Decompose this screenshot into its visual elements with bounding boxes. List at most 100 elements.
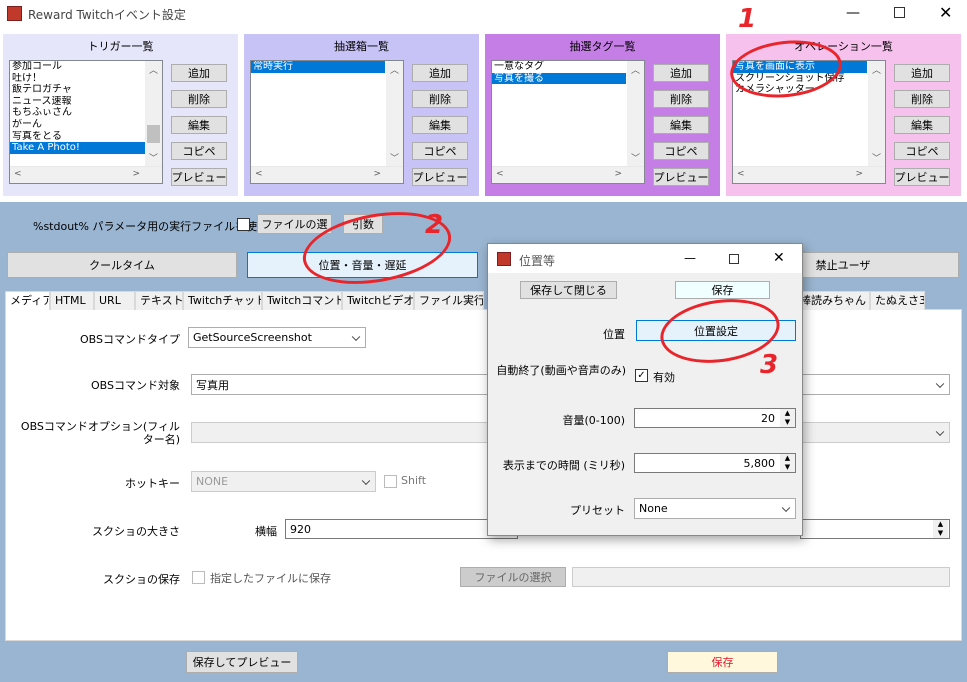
volume-spinner[interactable]: ▲ ▼: [780, 409, 795, 427]
vertical-scrollbar[interactable]: ︿ ﹀: [386, 61, 403, 166]
list-item[interactable]: 一意なタグ: [492, 61, 626, 73]
trigger-delete-button[interactable]: 削除: [171, 90, 227, 108]
scroll-right-icon[interactable]: >: [373, 169, 381, 179]
scroll-left-icon[interactable]: <: [255, 169, 263, 179]
horizontal-scrollbar[interactable]: < >: [492, 166, 644, 183]
obs-option-select[interactable]: [191, 422, 488, 443]
save-button[interactable]: 保存: [667, 651, 778, 673]
scroll-right-icon[interactable]: >: [614, 169, 622, 179]
tab-4[interactable]: Twitchチャット: [183, 291, 262, 310]
dialog-autoend-checkbox[interactable]: ✓: [635, 369, 648, 382]
operation-copy-paste-button[interactable]: コピペ: [894, 142, 950, 160]
minimize-icon[interactable]: —: [846, 5, 860, 21]
tab-7[interactable]: ファイル実行: [414, 291, 484, 310]
vertical-scrollbar[interactable]: ︿ ﹀: [627, 61, 644, 166]
list-item[interactable]: 写真を撮る: [492, 72, 626, 85]
list-item[interactable]: 写真をとる: [10, 131, 162, 143]
tab-9[interactable]: たぬえさ3: [870, 291, 925, 310]
lottery-box-preview-button[interactable]: プレビュー: [412, 168, 468, 186]
operation-delete-button[interactable]: 削除: [894, 90, 950, 108]
stdout-file-button[interactable]: ファイルの選: [257, 214, 332, 234]
tab-3[interactable]: テキスト: [135, 291, 183, 310]
trigger-list[interactable]: 参加コール 吐け！ 飯テロガチャ ニュース速報 もちふぃさん がーん 写真をとる Take A…: [9, 60, 163, 184]
tab-6[interactable]: Twitchビデオ: [342, 291, 414, 310]
list-item[interactable]: 常時実行: [251, 61, 385, 73]
lottery-tag-add-button[interactable]: 追加: [653, 64, 709, 82]
lottery-tag-preview-button[interactable]: プレビュー: [653, 168, 709, 186]
tab-2[interactable]: URL: [94, 291, 135, 310]
lottery-tag-delete-button[interactable]: 削除: [653, 90, 709, 108]
scroll-up-icon[interactable]: ︿: [872, 63, 881, 76]
dialog-minimize-icon[interactable]: —: [684, 251, 696, 265]
trigger-copy-paste-button[interactable]: コピペ: [171, 142, 227, 160]
scroll-right-icon[interactable]: >: [855, 169, 863, 179]
scroll-down-icon[interactable]: ﹀: [149, 151, 158, 164]
scroll-up-icon[interactable]: ︿: [149, 63, 158, 76]
dialog-maximize-icon[interactable]: [729, 254, 739, 264]
close-icon[interactable]: ✕: [939, 3, 952, 22]
scroll-down-icon[interactable]: ﹀: [390, 151, 399, 164]
trigger-add-button[interactable]: 追加: [171, 64, 227, 82]
obs-target-select[interactable]: 写真用: [191, 374, 488, 395]
list-item[interactable]: がーん: [10, 119, 162, 131]
lottery-box-add-button[interactable]: 追加: [412, 64, 468, 82]
list-item[interactable]: 吐け！: [10, 73, 162, 85]
width-input[interactable]: 920: [285, 519, 518, 539]
dialog-save-button[interactable]: 保存: [675, 281, 770, 299]
tab-0[interactable]: メディア: [5, 291, 50, 310]
scroll-right-icon[interactable]: >: [132, 169, 140, 179]
scroll-down-icon[interactable]: ﹀: [631, 151, 640, 164]
scroll-left-icon[interactable]: <: [14, 169, 22, 179]
cooltime-button[interactable]: クールタイム: [7, 252, 237, 278]
lottery-box-list[interactable]: 常時実行 ︿ ﹀ < >: [250, 60, 404, 184]
vertical-scrollbar[interactable]: ︿ ﹀: [868, 61, 885, 166]
height-spinner[interactable]: ▲ ▼: [933, 520, 948, 538]
obs-type-select[interactable]: GetSourceScreenshot: [188, 327, 366, 348]
obs-target-select-right[interactable]: [800, 374, 950, 395]
tab-1[interactable]: HTML: [50, 291, 94, 310]
list-item[interactable]: 参加コール: [10, 61, 162, 73]
horizontal-scrollbar[interactable]: < >: [251, 166, 403, 183]
lottery-tag-edit-button[interactable]: 編集: [653, 116, 709, 134]
trigger-edit-button[interactable]: 編集: [171, 116, 227, 134]
save-preview-button[interactable]: 保存してプレビュー: [186, 651, 298, 673]
list-item[interactable]: 飯テロガチャ: [10, 84, 162, 96]
lottery-box-copy-paste-button[interactable]: コピペ: [412, 142, 468, 160]
tab-5[interactable]: Twitchコマンド: [262, 291, 342, 310]
dialog-close-icon[interactable]: ✕: [773, 250, 785, 266]
operation-preview-button[interactable]: プレビュー: [894, 168, 950, 186]
dialog-preset-select[interactable]: None: [634, 498, 796, 519]
lottery-box-delete-button[interactable]: 削除: [412, 90, 468, 108]
scroll-up-icon[interactable]: ︿: [390, 63, 399, 76]
hotkey-select[interactable]: NONE: [191, 471, 376, 492]
dialog-volume-input[interactable]: 20: [634, 408, 796, 428]
scroll-left-icon[interactable]: <: [496, 169, 504, 179]
lottery-tag-copy-paste-button[interactable]: コピペ: [653, 142, 709, 160]
file-select-button[interactable]: ファイルの選択: [460, 567, 566, 587]
scroll-left-icon[interactable]: <: [737, 169, 745, 179]
operation-edit-button[interactable]: 編集: [894, 116, 950, 134]
height-input[interactable]: [800, 519, 950, 539]
maximize-icon[interactable]: [894, 7, 905, 18]
lottery-box-edit-button[interactable]: 編集: [412, 116, 468, 134]
scroll-thumb[interactable]: [147, 125, 160, 143]
dialog-delay-input[interactable]: 5,800: [634, 453, 796, 473]
save-to-file-checkbox[interactable]: [192, 571, 205, 584]
obs-option-select-right[interactable]: [800, 422, 950, 443]
horizontal-scrollbar[interactable]: < >: [10, 166, 162, 183]
list-item[interactable]: ニュース速報: [10, 96, 162, 108]
operation-add-button[interactable]: 追加: [894, 64, 950, 82]
scroll-up-icon[interactable]: ︿: [631, 63, 640, 76]
lottery-tag-list[interactable]: 一意なタグ 写真を撮る ︿ ﹀ < >: [491, 60, 645, 184]
trigger-preview-button[interactable]: プレビュー: [171, 168, 227, 186]
scroll-down-icon[interactable]: ﹀: [872, 151, 881, 164]
shift-checkbox[interactable]: [384, 475, 397, 488]
vertical-scrollbar[interactable]: ︿ ﹀: [145, 61, 162, 166]
dialog-save-close-button[interactable]: 保存して閉じる: [520, 281, 617, 299]
stdout-checkbox[interactable]: [237, 218, 250, 231]
file-path-input[interactable]: [572, 567, 950, 587]
list-item[interactable]: Take A Photo!: [10, 142, 162, 154]
list-item[interactable]: もちふぃさん: [10, 107, 162, 119]
delay-spinner[interactable]: ▲ ▼: [780, 454, 795, 472]
horizontal-scrollbar[interactable]: < >: [733, 166, 885, 183]
